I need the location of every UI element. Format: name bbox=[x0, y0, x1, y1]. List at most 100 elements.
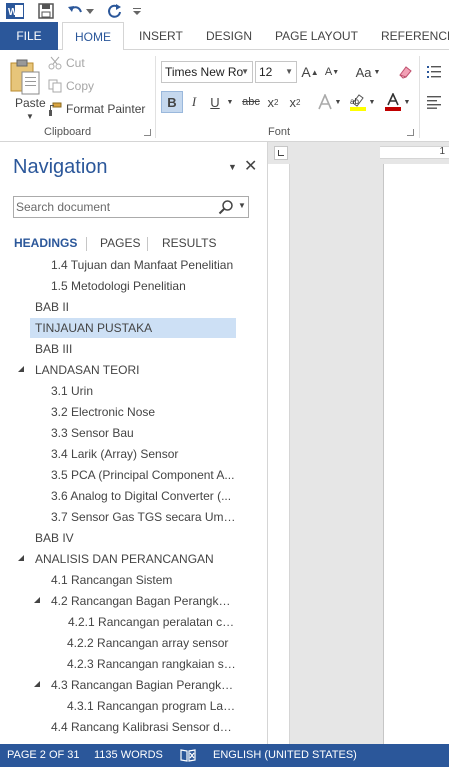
heading-item[interactable]: 4.4 Rancang Kalibrasi Sensor dan... bbox=[51, 717, 236, 737]
strikethrough-button[interactable]: abc bbox=[240, 91, 262, 113]
search-icon[interactable] bbox=[218, 199, 234, 215]
font-size-value: 12 bbox=[259, 65, 273, 79]
copy-label: Copy bbox=[66, 79, 95, 93]
text-effects-icon bbox=[317, 94, 332, 110]
group-separator bbox=[419, 56, 420, 138]
collapse-icon[interactable] bbox=[34, 597, 40, 603]
heading-item[interactable]: 1.5 Metodologi Penelitian bbox=[51, 276, 236, 296]
format-painter-button[interactable]: Format Painter bbox=[48, 99, 145, 119]
document-page[interactable] bbox=[383, 164, 449, 744]
close-icon[interactable]: ✕ bbox=[244, 156, 257, 176]
bullets-button[interactable] bbox=[424, 61, 444, 83]
clipboard-group-label: Clipboard bbox=[44, 126, 92, 138]
font-color-button[interactable]: ▼ bbox=[382, 91, 412, 113]
search-options-icon[interactable]: ▼ bbox=[238, 201, 246, 210]
bold-button[interactable]: B bbox=[161, 91, 183, 113]
search-input[interactable] bbox=[16, 198, 212, 216]
text-effects-button[interactable]: ▼ bbox=[316, 91, 342, 113]
heading-item[interactable]: ANALISIS DAN PERANCANGAN bbox=[30, 549, 236, 569]
tab-file[interactable]: FILE bbox=[0, 22, 58, 50]
copy-button[interactable]: Copy bbox=[48, 76, 94, 96]
ribbon-tabs: FILE HOME INSERT DESIGN PAGE LAYOUT REFE… bbox=[0, 22, 449, 51]
heading-item[interactable]: 3.4 Larik (Array) Sensor bbox=[51, 444, 236, 464]
chevron-down-icon[interactable]: ▼ bbox=[241, 62, 249, 82]
tab-separator bbox=[147, 237, 148, 251]
tab-results[interactable]: RESULTS bbox=[162, 236, 216, 250]
font-name-value: Times New Ro bbox=[165, 65, 244, 79]
heading-item[interactable]: 4.2.3 Rancangan rangkaian shi... bbox=[67, 654, 236, 674]
grow-font-label: A bbox=[301, 64, 311, 80]
heading-item[interactable]: 3.7 Sensor Gas TGS secara Umum bbox=[51, 507, 236, 527]
page-count-status[interactable]: PAGE 2 OF 31 bbox=[7, 744, 80, 767]
tab-insert[interactable]: INSERT bbox=[139, 22, 183, 50]
heading-item[interactable]: BAB III bbox=[30, 339, 236, 359]
undo-dropdown-icon[interactable] bbox=[86, 2, 94, 20]
clipboard-launcher-icon[interactable] bbox=[144, 129, 151, 136]
font-launcher-icon[interactable] bbox=[407, 129, 414, 136]
underline-button[interactable]: U bbox=[207, 91, 223, 113]
heading-item[interactable]: BAB II bbox=[30, 297, 236, 317]
paste-button[interactable]: Paste ▼ bbox=[6, 54, 46, 121]
heading-item[interactable]: LANDASAN TEORI bbox=[30, 360, 236, 380]
heading-item[interactable]: 4.2.1 Rancangan peralatan ca... bbox=[68, 612, 236, 632]
collapse-icon[interactable] bbox=[18, 366, 24, 372]
grow-font-button[interactable]: A ▲ bbox=[301, 61, 318, 83]
heading-item[interactable]: 3.1 Urin bbox=[51, 381, 236, 401]
save-icon[interactable] bbox=[37, 2, 55, 20]
clear-formatting-button[interactable] bbox=[396, 61, 414, 83]
heading-item[interactable]: 4.2.2 Rancangan array sensor bbox=[67, 633, 236, 653]
superscript-button[interactable]: x2 bbox=[286, 91, 304, 113]
collapse-icon[interactable] bbox=[34, 681, 40, 687]
tab-headings[interactable]: HEADINGS bbox=[14, 236, 77, 250]
word-count-status[interactable]: 1135 WORDS bbox=[94, 744, 163, 767]
shrink-font-button[interactable]: A ▼ bbox=[324, 61, 340, 83]
paste-label: Paste bbox=[15, 96, 46, 110]
tab-selector-icon[interactable] bbox=[274, 146, 288, 160]
heading-item[interactable]: 1.4 Tujuan dan Manfaat Penelitian bbox=[51, 257, 236, 275]
redo-icon[interactable] bbox=[106, 2, 124, 20]
paste-dropdown-icon[interactable]: ▼ bbox=[26, 112, 34, 121]
heading-item[interactable]: TINJAUAN PUSTAKA bbox=[30, 318, 236, 338]
horizontal-ruler[interactable]: 1 bbox=[380, 146, 449, 159]
font-name-combobox[interactable]: Times New Ro ▼ bbox=[161, 61, 253, 83]
language-status[interactable]: ENGLISH (UNITED STATES) bbox=[213, 744, 357, 767]
caret-down-icon: ▼ bbox=[332, 68, 340, 76]
italic-button[interactable]: I bbox=[185, 91, 203, 113]
pane-options-icon[interactable]: ▼ bbox=[228, 162, 237, 172]
tab-references[interactable]: REFERENCES bbox=[381, 22, 449, 50]
tab-design[interactable]: DESIGN bbox=[206, 22, 252, 50]
heading-item[interactable]: 4.2 Rancangan Bagan Perangkat... bbox=[51, 591, 236, 611]
word-logo-icon[interactable]: W bbox=[6, 2, 24, 20]
heading-item[interactable]: 3.6 Analog to Digital Converter (... bbox=[51, 486, 236, 506]
paste-icon bbox=[10, 59, 40, 95]
navigation-pane: Navigation ▼ ✕ ▼ HEADINGS PAGES RESULTS … bbox=[0, 142, 268, 744]
heading-item[interactable]: 3.3 Sensor Bau bbox=[51, 423, 236, 443]
heading-item[interactable]: 3.5 PCA (Principal Component A... bbox=[51, 465, 236, 485]
align-left-button[interactable] bbox=[424, 91, 444, 113]
document-area[interactable]: 1 bbox=[268, 142, 449, 744]
heading-item[interactable]: 4.3.1 Rancangan program Lab... bbox=[67, 696, 236, 716]
cut-button[interactable]: Cut bbox=[48, 53, 85, 73]
font-size-combobox[interactable]: 12 ▼ bbox=[255, 61, 297, 83]
vertical-ruler[interactable] bbox=[268, 164, 290, 744]
underline-dropdown-icon[interactable]: ▼ bbox=[225, 91, 235, 113]
collapse-icon[interactable] bbox=[18, 555, 24, 561]
heading-item[interactable]: 3.2 Electronic Nose bbox=[51, 402, 236, 422]
format-painter-icon bbox=[49, 102, 62, 116]
tab-home[interactable]: HOME bbox=[62, 22, 124, 51]
chevron-down-icon[interactable]: ▼ bbox=[285, 62, 293, 82]
heading-item[interactable]: 4.3 Rancangan Bagian Perangkat... bbox=[51, 675, 236, 695]
customize-toolbar-icon[interactable] bbox=[132, 2, 142, 20]
change-case-button[interactable]: Aa ▼ bbox=[354, 61, 382, 83]
search-document-box[interactable]: ▼ bbox=[13, 196, 249, 218]
proofing-icon[interactable] bbox=[180, 748, 196, 763]
tab-pages[interactable]: PAGES bbox=[100, 236, 140, 250]
tab-page-layout[interactable]: PAGE LAYOUT bbox=[275, 22, 358, 50]
undo-icon[interactable] bbox=[66, 2, 84, 20]
heading-item[interactable]: 4.1 Rancangan Sistem bbox=[51, 570, 236, 590]
heading-item[interactable]: BAB IV bbox=[30, 528, 236, 548]
highlight-color-button[interactable]: ab ▼ bbox=[348, 91, 376, 113]
bullet-list-icon bbox=[427, 66, 441, 78]
svg-text:W: W bbox=[8, 7, 18, 18]
subscript-button[interactable]: x2 bbox=[264, 91, 282, 113]
